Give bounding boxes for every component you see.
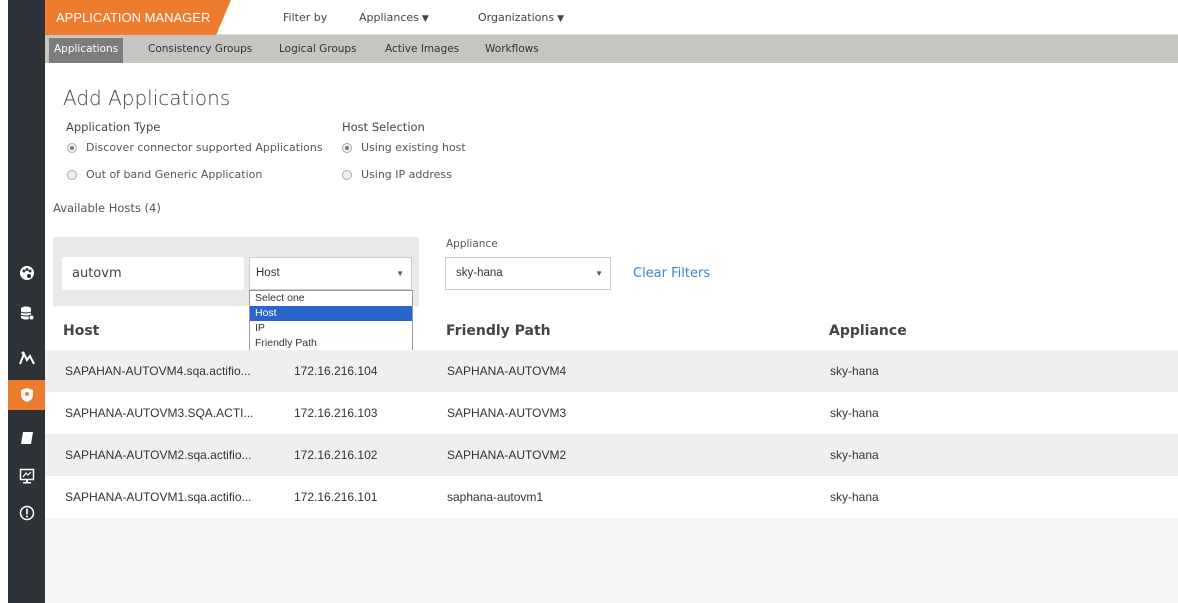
radio-label: Discover connector supported Application… <box>86 141 323 154</box>
app-title[interactable]: APPLICATION MANAGER <box>45 0 231 35</box>
radio-button[interactable] <box>67 142 77 153</box>
database-icon[interactable] <box>8 298 45 328</box>
tab-logical-groups[interactable]: Logical Groups <box>279 35 357 63</box>
available-hosts-count: Available Hosts (4) <box>53 201 161 215</box>
organizations-label: Organizations <box>478 11 555 24</box>
top-header: APPLICATION MANAGER Filter by Appliances… <box>45 0 1178 35</box>
shield-icon[interactable] <box>8 380 45 410</box>
filter-field-select[interactable]: Host ▼ <box>249 257 412 290</box>
organizations-menu[interactable]: Organizations ▼ <box>478 0 564 35</box>
left-rail <box>8 0 45 603</box>
tab-active-images[interactable]: Active Images <box>385 35 459 63</box>
column-header-host[interactable]: Host <box>63 323 99 339</box>
radio-discover-connector[interactable]: Discover connector supported Application… <box>67 141 323 154</box>
tab-consistency-groups[interactable]: Consistency Groups <box>148 35 252 63</box>
appliance-cell: sky-hana <box>830 448 879 462</box>
book-icon[interactable] <box>8 423 45 453</box>
option-host[interactable]: Host <box>250 306 412 321</box>
radio-label: Out of band Generic Application <box>86 168 263 181</box>
tab-applications[interactable]: Applications <box>49 38 124 63</box>
option-friendly-path[interactable]: Friendly Path <box>250 336 412 351</box>
host-cell: SAPHANA-AUTOVM2.sqa.actifio... <box>65 448 252 462</box>
chart-icon[interactable] <box>8 343 45 373</box>
radio-button[interactable] <box>342 169 352 180</box>
column-header-friendly-path[interactable]: Friendly Path <box>446 323 551 339</box>
tab-workflows[interactable]: Workflows <box>485 35 539 63</box>
clear-filters-link[interactable]: Clear Filters <box>633 266 710 281</box>
friendly-path-cell: SAPHANA-AUTOVM4 <box>447 364 567 378</box>
column-header-appliance[interactable]: Appliance <box>829 323 907 339</box>
appliance-cell: sky-hana <box>830 364 879 378</box>
radio-existing-host[interactable]: Using existing host <box>342 141 466 154</box>
ip-cell: 172.16.216.104 <box>294 364 378 378</box>
ip-cell: 172.16.216.102 <box>294 448 378 462</box>
ip-cell: 172.16.216.103 <box>294 406 378 420</box>
option-select-one[interactable]: Select one <box>250 291 412 306</box>
select-value: Host <box>256 267 280 279</box>
option-ip[interactable]: IP <box>250 321 412 336</box>
filter-by-label: Filter by <box>283 11 328 24</box>
table-row[interactable]: SAPHANA-AUTOVM3.SQA.ACTI... 172.16.216.1… <box>45 392 1178 434</box>
filter-field-dropdown: Select one Host IP Friendly Path <box>249 290 413 352</box>
host-selection-label: Host Selection <box>342 120 425 134</box>
application-type-label: Application Type <box>66 120 161 134</box>
search-input[interactable]: autovm <box>62 257 244 290</box>
host-cell: SAPHANA-AUTOVM3.SQA.ACTI... <box>65 406 254 420</box>
table-row[interactable]: SAPHANA-AUTOVM2.sqa.actifio... 172.16.21… <box>45 434 1178 476</box>
dropdown-arrow-icon: ▼ <box>595 269 603 278</box>
host-cell: SAPHANA-AUTOVM1.sqa.actifio... <box>65 490 252 504</box>
appliance-cell: sky-hana <box>830 406 879 420</box>
radio-button[interactable] <box>67 169 77 180</box>
radio-button[interactable] <box>342 142 352 153</box>
page-title: Add Applications <box>63 86 231 110</box>
caret-down-icon: ▼ <box>421 14 429 24</box>
appliances-label: Appliances <box>359 11 419 24</box>
host-cell: SAPAHAN-AUTOVM4.sqa.actifio... <box>65 364 251 378</box>
monitor-icon[interactable] <box>8 461 45 491</box>
radio-ip-address[interactable]: Using IP address <box>342 168 452 181</box>
radio-label: Using existing host <box>361 141 466 154</box>
table-empty-area <box>45 518 1178 603</box>
friendly-path-cell: SAPHANA-AUTOVM2 <box>447 448 567 462</box>
select-value: sky-hana <box>456 267 503 279</box>
power-icon[interactable] <box>8 498 45 528</box>
radio-out-of-band[interactable]: Out of band Generic Application <box>67 168 262 181</box>
appliance-cell: sky-hana <box>830 490 879 504</box>
appliances-menu[interactable]: Appliances ▼ <box>359 0 429 35</box>
appliance-filter-label: Appliance <box>446 238 498 250</box>
palette-icon[interactable] <box>8 258 45 288</box>
radio-label: Using IP address <box>361 168 452 181</box>
table-row[interactable]: SAPAHAN-AUTOVM4.sqa.actifio... 172.16.21… <box>45 350 1178 392</box>
friendly-path-cell: saphana-autovm1 <box>447 490 544 504</box>
appliance-select[interactable]: sky-hana ▼ <box>445 257 611 290</box>
ip-cell: 172.16.216.101 <box>294 490 378 504</box>
friendly-path-cell: SAPHANA-AUTOVM3 <box>447 406 567 420</box>
dropdown-arrow-icon: ▼ <box>396 269 404 278</box>
table-row[interactable]: SAPHANA-AUTOVM1.sqa.actifio... 172.16.21… <box>45 476 1178 518</box>
caret-down-icon: ▼ <box>557 14 564 24</box>
sub-navigation: Applications Consistency Groups Logical … <box>45 35 1178 63</box>
